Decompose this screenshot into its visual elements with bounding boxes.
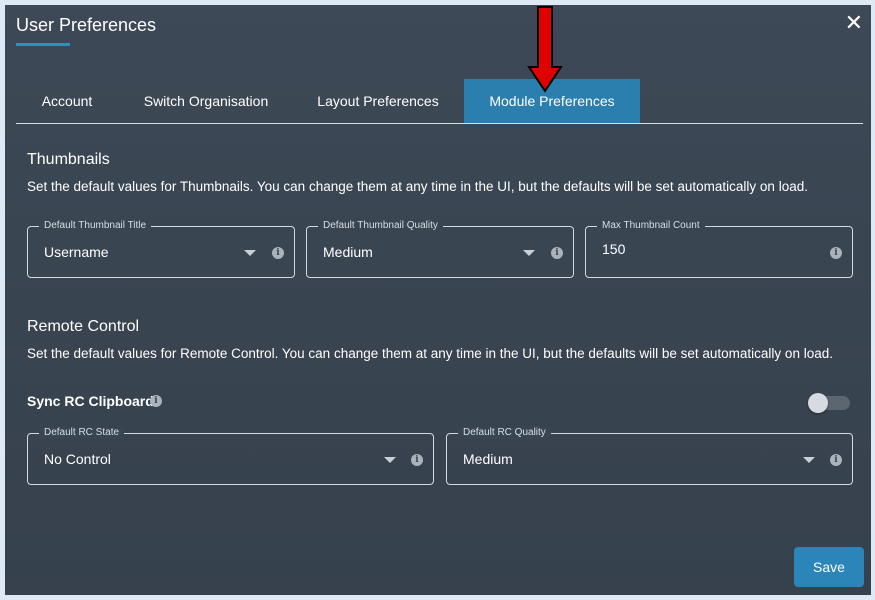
toggle-knob [808,393,828,413]
remote-control-heading: Remote Control [27,318,140,335]
field-label: Default RC Quality [458,427,551,439]
default-thumbnail-quality-select[interactable]: Default Thumbnail Quality Medium i [306,220,574,278]
annotation-arrow [527,6,563,93]
tab-bar: Account Switch Organisation Layout Prefe… [16,79,863,124]
close-icon[interactable]: ✕ [845,11,863,35]
save-button[interactable]: Save [794,547,864,587]
info-icon[interactable]: i [830,454,842,466]
max-thumbnail-count-input[interactable]: Max Thumbnail Count 150 i [585,220,853,278]
field-value: No Control [44,451,111,467]
remote-control-description: Set the default values for Remote Contro… [27,346,833,361]
field-label: Max Thumbnail Count [597,220,705,232]
field-value: 150 [602,241,626,257]
dialog-title: User Preferences [16,15,157,35]
tab-account[interactable]: Account [16,79,118,123]
chevron-down-icon [384,457,396,463]
info-icon[interactable]: i [150,395,162,407]
info-icon[interactable]: i [411,454,423,466]
info-icon[interactable]: i [272,247,284,259]
sync-rc-clipboard-label: Sync RC Clipboard [27,393,154,409]
info-icon[interactable]: i [830,247,842,259]
default-rc-state-select[interactable]: Default RC State No Control i [27,427,434,485]
default-rc-quality-select[interactable]: Default RC Quality Medium i [446,427,853,485]
chevron-down-icon [244,250,256,256]
tab-layout-preferences[interactable]: Layout Preferences [308,79,448,123]
chevron-down-icon [803,457,815,463]
tab-switch-organisation[interactable]: Switch Organisation [136,79,276,123]
info-icon[interactable]: i [551,247,563,259]
chevron-down-icon [523,250,535,256]
user-preferences-dialog: User Preferences ✕ Account Switch Organi… [5,5,871,595]
default-thumbnail-title-select[interactable]: Default Thumbnail Title Username i [27,220,295,278]
field-value: Username [44,244,109,260]
field-label: Default Thumbnail Title [39,220,152,232]
field-label: Default RC State [39,427,125,439]
sync-rc-clipboard-toggle[interactable] [808,393,850,413]
thumbnails-description: Set the default values for Thumbnails. Y… [27,179,808,194]
field-label: Default Thumbnail Quality [318,220,443,232]
field-value: Medium [463,451,513,467]
field-value: Medium [323,244,373,260]
thumbnails-heading: Thumbnails [27,151,110,168]
title-underline [16,43,70,46]
